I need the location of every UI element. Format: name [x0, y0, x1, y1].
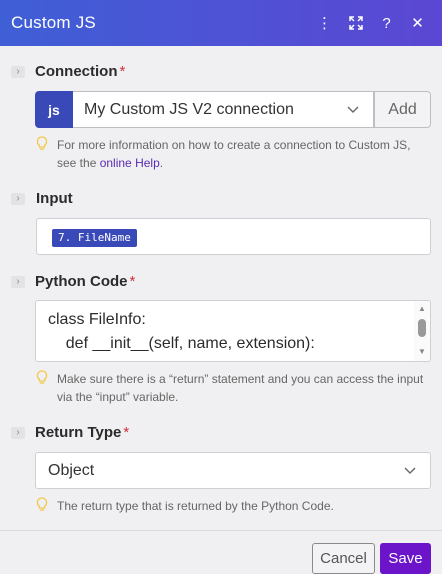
code-scrollbar[interactable]: ▲ ▼: [414, 301, 430, 361]
python-code-label: Python Code *: [35, 273, 135, 290]
return-type-selected-value: Object: [48, 461, 95, 479]
connection-selected-value: My Custom JS V2 connection: [84, 100, 294, 118]
scroll-thumb[interactable]: [418, 319, 426, 337]
connection-hint-suffix: .: [159, 156, 164, 170]
lightbulb-icon: [35, 135, 49, 153]
connection-label-text: Connection: [35, 63, 118, 80]
connection-row: js My Custom JS V2 connection Add: [35, 91, 431, 128]
cancel-button[interactable]: Cancel: [312, 543, 375, 574]
return-type-label: Return Type *: [35, 424, 129, 441]
chevron-down-icon: [404, 465, 416, 477]
collapse-chevron-icon[interactable]: ›: [11, 427, 25, 439]
more-vertical-icon[interactable]: ⋮: [309, 8, 340, 38]
expand-icon[interactable]: [340, 8, 371, 38]
code-line: class FileInfo:: [48, 311, 146, 328]
python-code-hint: Make sure there is a “return” statement …: [57, 372, 424, 404]
scroll-down-arrow-icon[interactable]: ▼: [418, 347, 426, 356]
connection-hint: For more information on how to create a …: [57, 136, 417, 172]
input-label: Input: [36, 190, 73, 207]
modal-title: Custom JS: [11, 13, 96, 32]
python-code-label-text: Python Code: [35, 273, 128, 290]
close-icon[interactable]: ✕: [402, 8, 433, 38]
scroll-up-arrow-icon[interactable]: ▲: [418, 304, 426, 313]
required-mark: *: [123, 424, 130, 441]
modal-header: Custom JS ⋮ ? ✕: [0, 0, 442, 46]
help-icon[interactable]: ?: [371, 8, 402, 38]
save-button[interactable]: Save: [380, 543, 431, 574]
connection-select[interactable]: My Custom JS V2 connection: [73, 91, 374, 128]
modal-footer: Cancel Save: [0, 530, 442, 574]
python-code-editor[interactable]: class FileInfo: def __init__(self, name,…: [35, 300, 431, 362]
online-help-link[interactable]: online Help: [100, 156, 160, 170]
header-actions: ⋮ ? ✕: [309, 8, 433, 38]
connection-label: Connection *: [35, 63, 125, 80]
js-app-icon: js: [35, 91, 73, 128]
return-type-label-text: Return Type: [35, 424, 122, 441]
chevron-down-icon: [347, 104, 359, 116]
lightbulb-icon: [35, 369, 49, 387]
required-mark: *: [119, 63, 126, 80]
input-field[interactable]: 7. FileName: [36, 218, 431, 255]
collapse-chevron-icon[interactable]: ›: [11, 193, 25, 205]
add-connection-button[interactable]: Add: [374, 91, 431, 128]
collapse-chevron-icon[interactable]: ›: [11, 276, 25, 288]
collapse-chevron-icon[interactable]: ›: [11, 66, 25, 78]
return-type-hint: The return type that is returned by the …: [57, 499, 334, 513]
return-type-select[interactable]: Object: [35, 452, 431, 489]
required-mark: *: [129, 273, 136, 290]
mapped-variable-pill[interactable]: 7. FileName: [52, 229, 137, 247]
code-line: def __init__(self, name, extension):: [48, 335, 315, 352]
lightbulb-icon: [35, 496, 49, 514]
